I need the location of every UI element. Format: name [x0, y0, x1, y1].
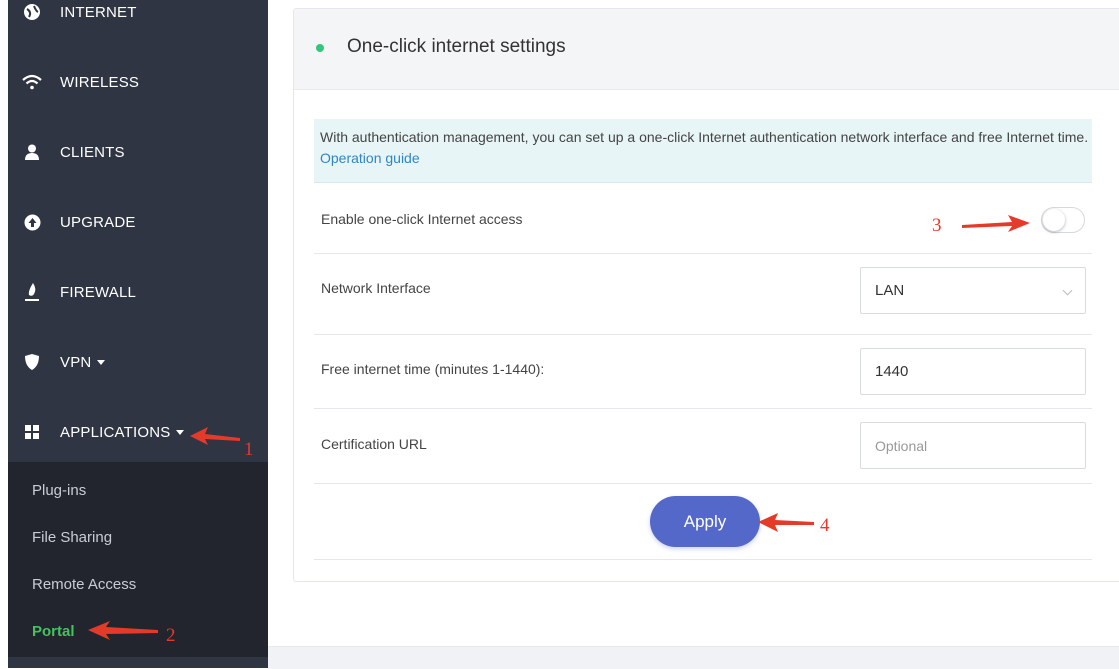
submenu-item-file-sharing[interactable]: File Sharing [32, 529, 112, 546]
sidebar-item-label: CLIENTS [60, 143, 125, 161]
sidebar-item-firewall[interactable]: FIREWALL [8, 262, 268, 322]
enable-label: Enable one-click Internet access [321, 211, 523, 227]
wifi-icon [22, 72, 42, 92]
sidebar-item-label: VPN [60, 353, 92, 371]
card-header: One-click internet settings [294, 9, 1119, 90]
grid-icon [22, 422, 42, 442]
chevron-down-icon [97, 359, 106, 365]
annotation-1: 1 [244, 439, 254, 460]
apply-button[interactable]: Apply [650, 496, 760, 547]
annotation-3: 3 [932, 215, 942, 236]
page-title: One-click internet settings [347, 36, 566, 57]
interface-label: Network Interface [321, 280, 431, 296]
divider [314, 334, 1092, 335]
sidebar-item-internet[interactable]: INTERNET [8, 0, 268, 42]
free-time-label: Free internet time (minutes 1-1440): [321, 361, 545, 377]
divider [314, 408, 1092, 409]
interface-value: LAN [875, 282, 905, 299]
free-time-input[interactable]: 1440 [860, 348, 1086, 395]
notice-text: With authentication management, you can … [320, 129, 1089, 145]
flame-icon [22, 282, 42, 302]
sidebar-item-label: WIRELESS [60, 73, 140, 91]
submenu-item-portal[interactable]: Portal [32, 623, 75, 640]
footer-bar [268, 646, 1119, 669]
sidebar-item-label: FIREWALL [60, 283, 137, 301]
chevron-down-icon [176, 429, 185, 435]
annotation-2: 2 [166, 625, 176, 646]
operation-guide-link[interactable]: Operation guide [320, 150, 420, 166]
sidebar-item-label: APPLICATIONS [60, 423, 171, 441]
submenu-item-remote-access[interactable]: Remote Access [32, 576, 136, 593]
user-icon [22, 142, 42, 162]
sidebar-item-wireless[interactable]: WIRELESS [8, 52, 268, 112]
sidebar: INTERNET WIRELESS CLIENTS UPGRADE FIREWA… [0, 0, 268, 668]
arrow-annotation-3 [962, 215, 1030, 232]
info-notice: With authentication management, you can … [314, 119, 1092, 183]
arrow-annotation-2 [88, 621, 158, 640]
settings-card: One-click internet settings With authent… [293, 8, 1119, 582]
toggle-knob [1043, 209, 1065, 231]
sidebar-item-vpn[interactable]: VPN [8, 332, 268, 392]
network-interface-select[interactable]: LAN [860, 267, 1086, 314]
arrow-annotation-4 [758, 513, 814, 532]
chevron-down-icon [1062, 285, 1073, 296]
sidebar-edge [0, 0, 8, 668]
shield-icon [22, 352, 42, 372]
status-dot [316, 44, 324, 52]
sidebar-item-upgrade[interactable]: UPGRADE [8, 192, 268, 252]
sidebar-item-label: UPGRADE [60, 213, 136, 231]
divider [314, 559, 1092, 560]
cert-url-input[interactable]: Optional [860, 422, 1086, 469]
cert-url-label: Certification URL [321, 436, 427, 452]
globe-icon [22, 2, 42, 22]
enable-toggle[interactable] [1041, 207, 1085, 233]
divider [314, 253, 1092, 254]
sidebar-item-clients[interactable]: CLIENTS [8, 122, 268, 182]
annotation-4: 4 [820, 515, 830, 536]
submenu-item-plugins[interactable]: Plug-ins [32, 482, 86, 499]
sidebar-item-label: INTERNET [60, 3, 137, 21]
upload-icon [22, 212, 42, 232]
arrow-annotation-1 [190, 427, 240, 445]
divider [314, 483, 1092, 484]
